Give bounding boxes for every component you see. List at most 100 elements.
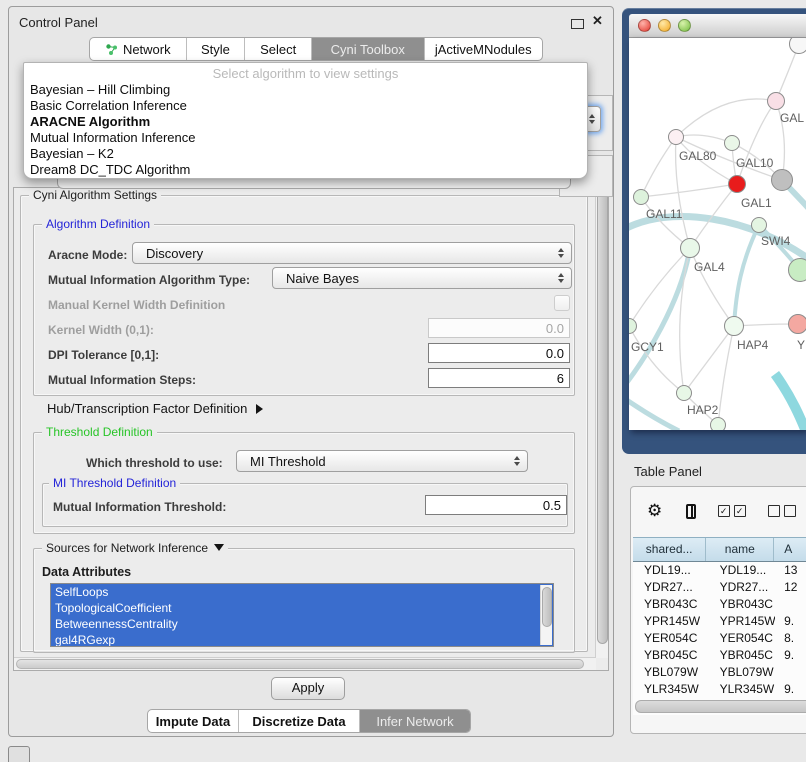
- manual-kernel-width-checkbox[interactable]: [554, 295, 570, 311]
- tab-label: Impute Data: [156, 714, 230, 729]
- data-attributes-list[interactable]: SelfLoops TopologicalCoefficient Between…: [50, 583, 554, 647]
- list-item[interactable]: TopologicalCoefficient: [51, 600, 553, 616]
- list-scrollbar[interactable]: [540, 585, 552, 645]
- network-node[interactable]: [728, 175, 746, 193]
- network-node[interactable]: [680, 238, 700, 258]
- stepper-down-icon: [589, 120, 595, 124]
- network-node[interactable]: [751, 217, 767, 233]
- table-cell: YBR045C: [633, 647, 707, 664]
- menu-item-bayesian-hill-climbing[interactable]: Bayesian – Hill Climbing: [24, 82, 587, 98]
- column-header[interactable]: A: [774, 538, 806, 561]
- collapse-arrow-icon: [214, 544, 224, 551]
- table-cell: YDR27...: [633, 579, 707, 596]
- network-node[interactable]: [771, 169, 793, 191]
- network-node-label: HAP4: [737, 338, 768, 352]
- menu-item-dream8[interactable]: Dream8 DC_TDC Algorithm: [24, 162, 587, 178]
- tab-cyni-toolbox[interactable]: Cyni Toolbox: [312, 38, 425, 60]
- menu-item-aracne[interactable]: ARACNE Algorithm: [24, 114, 587, 130]
- algorithm-definition-group: Algorithm Definition Aracne Mode: Discov…: [33, 224, 575, 396]
- scrollbar-thumb[interactable]: [16, 659, 584, 669]
- tab-infer-network[interactable]: Infer Network: [360, 710, 470, 732]
- data-attributes-label: Data Attributes: [42, 565, 131, 579]
- minimized-panel-icon[interactable]: [8, 746, 30, 762]
- mi-algorithm-type-combo[interactable]: Naive Bayes: [272, 267, 572, 289]
- unchecked-box-icon: [784, 505, 796, 517]
- zoom-traffic-light-icon[interactable]: [678, 19, 691, 32]
- tab-jactivemnodules[interactable]: jActiveMNodules: [425, 38, 542, 60]
- table-row[interactable]: YER054CYER054C8.: [633, 630, 806, 647]
- mi-algorithm-type-label: Mutual Information Algorithm Type:: [48, 273, 250, 287]
- network-node[interactable]: [710, 417, 726, 430]
- table-cell: YBL079W: [707, 664, 776, 681]
- select-all-columns-icon[interactable]: ✓ ✓: [718, 505, 746, 517]
- dropdown-placeholder: Select algorithm to view settings: [24, 66, 587, 81]
- minimize-traffic-light-icon[interactable]: [658, 19, 671, 32]
- gear-icon[interactable]: ⚙: [647, 501, 662, 521]
- network-node[interactable]: [676, 385, 692, 401]
- float-window-icon[interactable]: [571, 19, 584, 29]
- list-item[interactable]: SelfLoops: [51, 584, 553, 600]
- vertical-scrollbar[interactable]: [595, 188, 608, 658]
- network-node-label: GCY1: [631, 340, 664, 354]
- column-header[interactable]: shared...: [633, 538, 706, 561]
- tab-select[interactable]: Select: [245, 38, 312, 60]
- network-canvas[interactable]: GALGAL80GAL10GAL1GAL11SWI4GAL4GCY1HAP4YH…: [629, 38, 806, 430]
- list-item[interactable]: gal4RGexp: [51, 632, 553, 647]
- network-node[interactable]: [724, 135, 740, 151]
- tab-label: Cyni Toolbox: [331, 42, 405, 57]
- network-node[interactable]: [633, 189, 649, 205]
- aracne-mode-combo[interactable]: Discovery: [132, 242, 572, 264]
- close-icon[interactable]: ✕: [592, 13, 603, 29]
- tab-network[interactable]: Network: [90, 38, 187, 60]
- menu-item-mutual-information[interactable]: Mutual Information Inference: [24, 130, 587, 146]
- network-node[interactable]: [668, 129, 684, 145]
- network-node[interactable]: [788, 314, 806, 334]
- tab-label: Style: [201, 42, 230, 57]
- table-row[interactable]: YBR045CYBR045C9.: [633, 647, 806, 664]
- table-row[interactable]: YDR27...YDR27...12: [633, 579, 806, 596]
- network-node[interactable]: [724, 316, 744, 336]
- kernel-width-field[interactable]: 0.0: [428, 318, 570, 338]
- table-row[interactable]: YBL079WYBL079W: [633, 664, 806, 681]
- hub-transcription-section-toggle[interactable]: Hub/Transcription Factor Definition: [47, 401, 263, 416]
- which-threshold-label: Which threshold to use:: [86, 456, 223, 470]
- network-icon: [105, 43, 118, 56]
- scrollbar-thumb[interactable]: [597, 190, 608, 644]
- stepper-icon: [558, 273, 564, 283]
- deselect-all-columns-icon[interactable]: [768, 505, 796, 517]
- mi-steps-field[interactable]: 6: [428, 368, 570, 388]
- table-row[interactable]: YPR145WYPR145W9.: [633, 613, 806, 630]
- table-row[interactable]: YBR043CYBR043C: [633, 596, 806, 613]
- tab-style[interactable]: Style: [187, 38, 246, 60]
- mi-threshold-field[interactable]: 0.5: [425, 495, 567, 515]
- menu-item-basic-correlation[interactable]: Basic Correlation Inference: [24, 98, 587, 114]
- group-title: Algorithm Definition: [42, 217, 154, 231]
- table-row[interactable]: YDL19...YDL19...13: [633, 562, 806, 579]
- network-node[interactable]: [789, 38, 806, 54]
- which-threshold-combo[interactable]: MI Threshold: [236, 450, 528, 472]
- tab-label: Network: [123, 42, 171, 57]
- network-node-label: GAL4: [694, 260, 725, 274]
- dpi-tolerance-field[interactable]: 0.0: [428, 343, 570, 363]
- table-row[interactable]: YLR345WYLR345W9.: [633, 681, 806, 698]
- threshold-definition-group: Threshold Definition Which threshold to …: [33, 432, 575, 534]
- network-node-label: GAL10: [736, 156, 773, 170]
- network-window-titlebar[interactable]: [629, 14, 806, 38]
- tab-label: Infer Network: [376, 714, 453, 729]
- network-node-label: HAP2: [687, 403, 718, 417]
- menu-item-bayesian-k2[interactable]: Bayesian – K2: [24, 146, 587, 162]
- tab-discretize-data[interactable]: Discretize Data: [239, 710, 360, 732]
- columns-icon[interactable]: [686, 504, 695, 519]
- close-traffic-light-icon[interactable]: [638, 19, 651, 32]
- column-header[interactable]: name: [706, 538, 774, 561]
- horizontal-scrollbar[interactable]: [14, 657, 596, 670]
- mi-threshold-definition-group: MI Threshold Definition Mutual Informati…: [42, 483, 568, 527]
- table-horizontal-scrollbar[interactable]: [635, 700, 806, 713]
- apply-button[interactable]: Apply: [271, 677, 345, 700]
- list-item[interactable]: BetweennessCentrality: [51, 616, 553, 632]
- sources-section-toggle[interactable]: Sources for Network Inference: [42, 541, 228, 555]
- combo-value: Discovery: [146, 246, 203, 261]
- network-node[interactable]: [788, 258, 806, 282]
- network-node[interactable]: [767, 92, 785, 110]
- tab-impute-data[interactable]: Impute Data: [148, 710, 239, 732]
